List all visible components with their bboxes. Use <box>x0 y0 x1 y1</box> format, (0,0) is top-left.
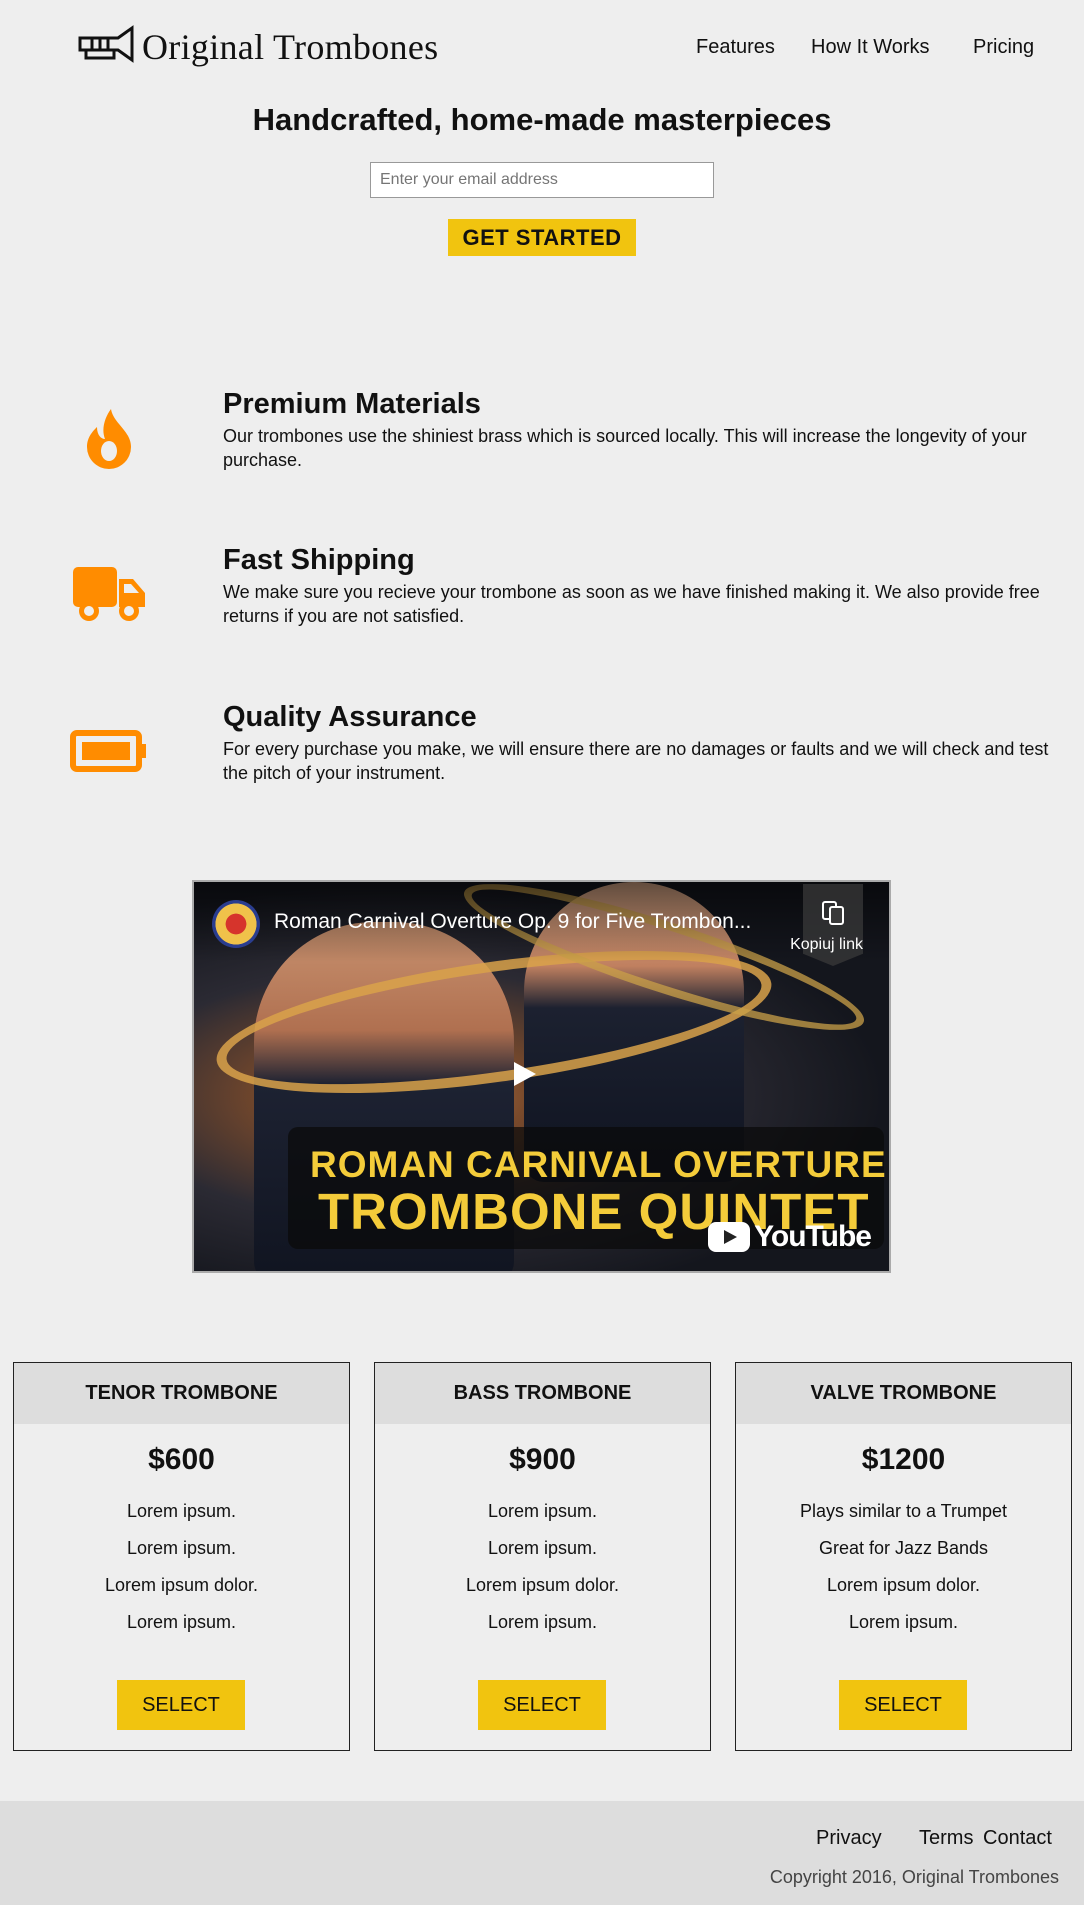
feature-quality-assurance: Quality Assurance For every purchase you… <box>0 701 1084 811</box>
plan-feature: Lorem ipsum dolor. <box>826 1575 981 1595</box>
site-footer: Privacy Terms Contact Copyright 2016, Or… <box>0 1801 1084 1905</box>
feature-title: Premium Materials <box>223 388 481 420</box>
plan-feature-list: Lorem ipsum. Lorem ipsum. Lorem ipsum do… <box>14 1499 349 1647</box>
video-player[interactable]: Roman Carnival Overture Op. 9 for Five T… <box>192 880 891 1273</box>
channel-avatar[interactable] <box>212 900 260 948</box>
copy-link-label: Kopiuj link <box>790 936 863 953</box>
plan-price: $900 <box>509 1443 576 1476</box>
email-field[interactable] <box>370 162 714 198</box>
plan-feature: Lorem ipsum. <box>126 1612 237 1632</box>
plan-feature: Lorem ipsum dolor. <box>465 1575 620 1595</box>
youtube-logo[interactable]: YouTube <box>708 1220 872 1254</box>
feature-title: Quality Assurance <box>223 701 477 733</box>
youtube-wordmark: YouTube <box>754 1220 872 1253</box>
plan-feature: Lorem ipsum. <box>487 1501 598 1521</box>
brand-name: Original Trombones <box>142 26 439 67</box>
footer-link-privacy[interactable]: Privacy <box>816 1827 882 1850</box>
video-title[interactable]: Roman Carnival Overture Op. 9 for Five T… <box>274 910 751 934</box>
trumpet-logo-icon <box>78 24 134 69</box>
brand-logo[interactable]: Original Trombones <box>78 24 438 69</box>
plan-price: $1200 <box>861 1443 946 1476</box>
site-header: Original Trombones Features How It Works… <box>0 0 1084 95</box>
feature-title: Fast Shipping <box>223 544 415 576</box>
plan-feature: Lorem ipsum dolor. <box>104 1575 259 1595</box>
plan-feature: Plays similar to a Trumpet <box>799 1501 1008 1521</box>
plan-feature: Lorem ipsum. <box>126 1538 237 1558</box>
select-bass-button[interactable]: SELECT <box>478 1680 606 1730</box>
truck-icon <box>66 554 152 634</box>
fire-icon <box>66 398 152 478</box>
youtube-play-icon <box>708 1222 751 1252</box>
plan-feature: Lorem ipsum. <box>487 1538 598 1558</box>
play-icon[interactable] <box>514 1062 536 1086</box>
plan-feature: Lorem ipsum. <box>126 1501 237 1521</box>
footer-link-contact[interactable]: Contact <box>983 1827 1052 1850</box>
nav-link-features[interactable]: Features <box>696 36 775 59</box>
pricing-card-valve: VALVE TROMBONE $1200 Plays similar to a … <box>735 1362 1072 1751</box>
plan-price: $600 <box>148 1443 215 1476</box>
pricing-card-tenor: TENOR TROMBONE $600 Lorem ipsum. Lorem i… <box>13 1362 350 1751</box>
battery-icon <box>66 711 152 791</box>
copyright-text: Copyright 2016, Original Trombones <box>769 1867 1059 1887</box>
pricing-card-bass: BASS TROMBONE $900 Lorem ipsum. Lorem ip… <box>374 1362 711 1751</box>
hero-title: Handcrafted, home-made masterpieces <box>252 102 832 137</box>
feature-text: We make sure you recieve your trombone a… <box>223 582 1040 626</box>
feature-premium-materials: Premium Materials Our trombones use the … <box>0 388 1084 498</box>
feature-text: For every purchase you make, we will ens… <box>223 739 1049 783</box>
plan-name: TENOR TROMBONE <box>14 1363 349 1424</box>
plan-feature-list: Plays similar to a Trumpet Great for Jaz… <box>736 1499 1071 1647</box>
plan-name: VALVE TROMBONE <box>736 1363 1071 1424</box>
copy-icon <box>822 901 844 925</box>
footer-link-terms[interactable]: Terms <box>919 1827 973 1850</box>
feature-fast-shipping: Fast Shipping We make sure you recieve y… <box>0 544 1084 654</box>
get-started-button[interactable]: GET STARTED <box>448 219 636 256</box>
plan-name: BASS TROMBONE <box>375 1363 710 1424</box>
select-tenor-button[interactable]: SELECT <box>117 1680 245 1730</box>
nav-link-pricing[interactable]: Pricing <box>973 36 1034 59</box>
plan-feature: Lorem ipsum. <box>487 1612 598 1632</box>
plan-feature: Lorem ipsum. <box>848 1612 959 1632</box>
video-banner-line1: ROMAN CARNIVAL OVERTURE <box>310 1144 887 1185</box>
plan-feature: Great for Jazz Bands <box>818 1538 989 1558</box>
plan-feature-list: Lorem ipsum. Lorem ipsum. Lorem ipsum do… <box>375 1499 710 1647</box>
nav-link-how-it-works[interactable]: How It Works <box>811 36 930 59</box>
feature-text: Our trombones use the shiniest brass whi… <box>223 426 1027 470</box>
select-valve-button[interactable]: SELECT <box>839 1680 967 1730</box>
